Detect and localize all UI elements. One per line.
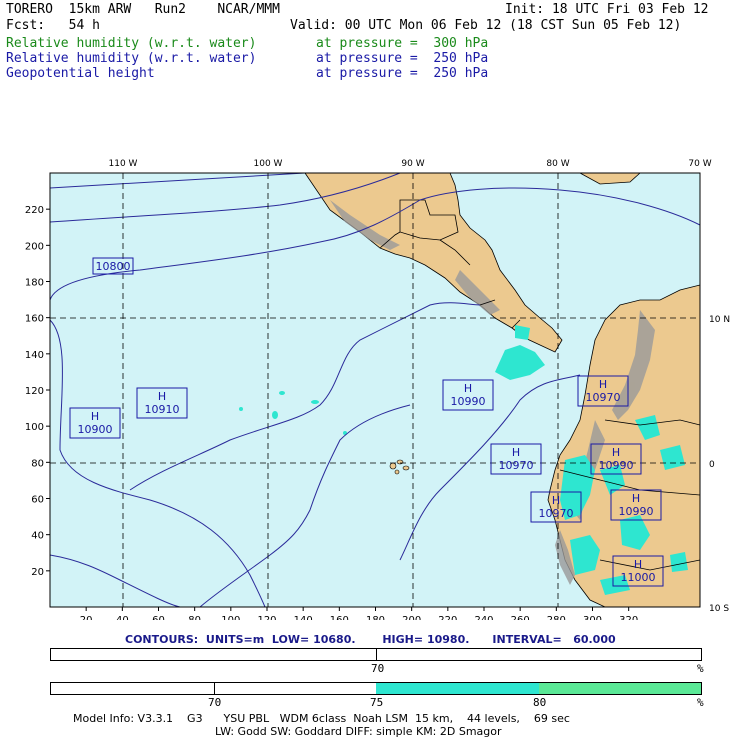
height-center-marker: H bbox=[512, 446, 520, 459]
height-center-marker: H bbox=[464, 382, 472, 395]
height-value: 10990 bbox=[619, 505, 654, 518]
y-tick-label: 100 bbox=[25, 422, 44, 433]
x-tick-label: 20 bbox=[80, 615, 93, 620]
x-tick-label: 40 bbox=[116, 615, 129, 620]
x-tick-label: 280 bbox=[547, 615, 566, 620]
field1-pressure: at pressure = 300 hPa bbox=[316, 36, 489, 51]
height-center-marker: H bbox=[158, 390, 166, 403]
scale1-percent: % bbox=[697, 662, 704, 675]
weather-map: 220 200 180 160 140 120 100 80 60 40 20 20 40 60 80 10… bbox=[25, 159, 730, 620]
height-value: 10990 bbox=[451, 395, 486, 408]
high-label: HIGH= bbox=[382, 633, 424, 646]
model-title: TORERO 15km ARW Run2 NCAR/MMM bbox=[6, 2, 280, 17]
low-value: 10680. bbox=[313, 633, 356, 646]
x-tick-label: 300 bbox=[583, 615, 602, 620]
scale1-tick-label: 70 bbox=[371, 662, 385, 675]
x-tick-label: 200 bbox=[402, 615, 421, 620]
init-time: Init: 18 UTC Fri 03 Feb 12 bbox=[505, 2, 709, 17]
height-center-marker: H bbox=[634, 558, 642, 571]
height-value: 10990 bbox=[599, 459, 634, 472]
longitude-labels: 110 W 100 W 90 W 80 W 70 W bbox=[109, 159, 712, 169]
high-value: 10980. bbox=[426, 633, 470, 646]
low-label: LOW= bbox=[271, 633, 310, 646]
latitude-label: 10 S bbox=[709, 604, 729, 614]
height-center-marker: H bbox=[612, 446, 620, 459]
height-value: 10970 bbox=[499, 459, 534, 472]
longitude-label: 80 W bbox=[546, 159, 569, 169]
height-value: 11000 bbox=[621, 571, 656, 584]
valid-time: Valid: 00 UTC Mon 06 Feb 12 (18 CST Sun … bbox=[290, 18, 682, 33]
field3-pressure: at pressure = 250 hPa bbox=[316, 66, 489, 81]
scale1-tick bbox=[376, 649, 377, 660]
x-tick-label: 80 bbox=[188, 615, 201, 620]
height-value: 10910 bbox=[145, 403, 180, 416]
longitude-label: 100 W bbox=[254, 159, 283, 169]
longitude-label: 90 W bbox=[401, 159, 424, 169]
y-tick-label: 220 bbox=[25, 205, 44, 216]
height-center-marker: H bbox=[552, 494, 560, 507]
y-tick-label: 180 bbox=[25, 278, 44, 289]
height-center-marker: H bbox=[599, 378, 607, 391]
height-value: 10970 bbox=[586, 391, 621, 404]
color-scale-1 bbox=[50, 648, 702, 661]
height-value: 10970 bbox=[539, 507, 574, 520]
y-tick-label: 200 bbox=[25, 241, 44, 252]
y-tick-label: 40 bbox=[31, 531, 44, 542]
longitude-label: 70 W bbox=[688, 159, 711, 169]
interval-label: INTERVAL= bbox=[492, 633, 562, 646]
y-tick-label: 20 bbox=[31, 567, 44, 578]
x-tick-label: 220 bbox=[438, 615, 457, 620]
x-tick-label: 260 bbox=[511, 615, 530, 620]
scale2-label-80: 80 bbox=[533, 696, 547, 709]
y-tick-label: 140 bbox=[25, 350, 44, 361]
x-tick-label: 120 bbox=[257, 615, 276, 620]
x-tick-label: 320 bbox=[619, 615, 638, 620]
physics-info: LW: Godd SW: Goddard DIFF: simple KM: 2D… bbox=[215, 725, 502, 738]
height-value: 10800 bbox=[96, 260, 131, 273]
scale2-percent: % bbox=[697, 696, 704, 709]
interval-value: 60.000 bbox=[573, 633, 616, 646]
forecast-hour: Fcst: 54 h bbox=[6, 18, 100, 33]
field2-name: Relative humidity (w.r.t. water) bbox=[6, 51, 257, 66]
scale2-tick-70 bbox=[214, 683, 215, 694]
y-tick-label: 80 bbox=[31, 458, 44, 469]
x-axis: 20 40 60 80 100 120 140 160 180 200 220 240 260 280 30… bbox=[80, 607, 638, 620]
x-tick-label: 160 bbox=[330, 615, 349, 620]
model-info: Model Info: V3.3.1 G3 YSU PBL WDM 6class… bbox=[73, 712, 570, 725]
x-tick-label: 100 bbox=[221, 615, 240, 620]
latitude-labels: 10 N 0 10 S bbox=[709, 315, 730, 614]
height-value: 10900 bbox=[78, 423, 113, 436]
scale2-label-70: 70 bbox=[208, 696, 222, 709]
y-tick-label: 120 bbox=[25, 386, 44, 397]
x-tick-label: 60 bbox=[152, 615, 165, 620]
y-axis: 220 200 180 160 140 120 100 80 60 40 20 bbox=[25, 205, 50, 578]
field2-pressure: at pressure = 250 hPa bbox=[316, 51, 489, 66]
x-tick-label: 240 bbox=[474, 615, 493, 620]
x-tick-label: 140 bbox=[294, 615, 313, 620]
latitude-label: 10 N bbox=[709, 315, 730, 325]
scale2-label-75: 75 bbox=[370, 696, 384, 709]
contours-label: CONTOURS: bbox=[125, 633, 199, 646]
height-label-box: 10800 bbox=[92, 257, 134, 275]
latitude-label: 0 bbox=[709, 460, 715, 470]
y-tick-label: 60 bbox=[31, 495, 44, 506]
height-center-marker: H bbox=[632, 492, 640, 505]
longitude-label: 110 W bbox=[109, 159, 138, 169]
x-tick-label: 180 bbox=[366, 615, 385, 620]
color-scale-2 bbox=[50, 682, 702, 695]
y-tick-label: 160 bbox=[25, 314, 44, 325]
height-center-marker: H bbox=[91, 410, 99, 423]
field1-name: Relative humidity (w.r.t. water) bbox=[6, 36, 257, 51]
contour-info: CONTOURS: UNITS=m LOW= 10680. HIGH= 1098… bbox=[125, 633, 616, 646]
scale2-band-75-80 bbox=[376, 683, 539, 694]
field3-name: Geopotential height bbox=[6, 66, 155, 81]
scale2-band-80-plus bbox=[539, 683, 701, 694]
units: UNITS=m bbox=[205, 633, 265, 646]
